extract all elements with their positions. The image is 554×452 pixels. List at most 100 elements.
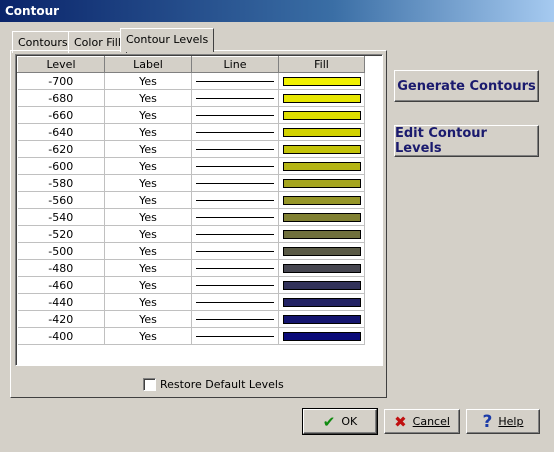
- fill-cell[interactable]: [278, 259, 365, 277]
- table-row[interactable]: -660 Yes: [17, 106, 365, 124]
- level-cell[interactable]: -560: [17, 191, 105, 209]
- fill-cell[interactable]: [278, 157, 365, 175]
- table-row[interactable]: -400 Yes: [17, 327, 365, 345]
- level-cell[interactable]: -440: [17, 293, 105, 311]
- levels-table: Level Label Line Fill -700 Yes -680 Yes -660…: [17, 56, 365, 345]
- label-cell[interactable]: Yes: [104, 225, 192, 243]
- table-row[interactable]: -700 Yes: [17, 72, 365, 90]
- line-cell[interactable]: [191, 276, 279, 294]
- level-cell[interactable]: -680: [17, 89, 105, 107]
- table-row[interactable]: -540 Yes: [17, 208, 365, 226]
- table-row[interactable]: -480 Yes: [17, 259, 365, 277]
- line-cell[interactable]: [191, 327, 279, 345]
- column-header-level[interactable]: Level: [17, 56, 105, 73]
- level-cell[interactable]: -660: [17, 106, 105, 124]
- level-cell[interactable]: -600: [17, 157, 105, 175]
- fill-cell[interactable]: [278, 72, 365, 90]
- table-row[interactable]: -580 Yes: [17, 174, 365, 192]
- fill-cell[interactable]: [278, 276, 365, 294]
- label-cell[interactable]: Yes: [104, 174, 192, 192]
- label-cell[interactable]: Yes: [104, 242, 192, 260]
- table-row[interactable]: -680 Yes: [17, 89, 365, 107]
- fill-cell[interactable]: [278, 191, 365, 209]
- fill-cell[interactable]: [278, 310, 365, 328]
- table-row[interactable]: -520 Yes: [17, 225, 365, 243]
- table-row[interactable]: -600 Yes: [17, 157, 365, 175]
- label-cell[interactable]: Yes: [104, 191, 192, 209]
- fill-cell[interactable]: [278, 174, 365, 192]
- label-cell[interactable]: Yes: [104, 89, 192, 107]
- edit-contour-levels-button[interactable]: Edit Contour Levels: [394, 125, 539, 157]
- level-cell[interactable]: -580: [17, 174, 105, 192]
- fill-cell[interactable]: [278, 327, 365, 345]
- levels-grid[interactable]: Level Label Line Fill -700 Yes -680 Yes -660…: [15, 54, 383, 366]
- line-cell[interactable]: [191, 72, 279, 90]
- fill-cell[interactable]: [278, 140, 365, 158]
- line-cell[interactable]: [191, 191, 279, 209]
- line-cell[interactable]: [191, 242, 279, 260]
- label-cell[interactable]: Yes: [104, 123, 192, 141]
- line-cell[interactable]: [191, 140, 279, 158]
- tab-contour-levels[interactable]: Contour Levels: [120, 28, 215, 52]
- contour-dialog: Contour Contours Color Fill Contour Leve…: [0, 0, 554, 452]
- level-cell[interactable]: -540: [17, 208, 105, 226]
- line-cell[interactable]: [191, 259, 279, 277]
- table-row[interactable]: -440 Yes: [17, 293, 365, 311]
- level-cell[interactable]: -700: [17, 72, 105, 90]
- line-cell[interactable]: [191, 89, 279, 107]
- level-cell[interactable]: -520: [17, 225, 105, 243]
- fill-cell[interactable]: [278, 225, 365, 243]
- fill-cell[interactable]: [278, 106, 365, 124]
- cancel-button[interactable]: ✖ Cancel: [384, 409, 460, 434]
- level-cell[interactable]: -500: [17, 242, 105, 260]
- label-cell[interactable]: Yes: [104, 310, 192, 328]
- level-cell[interactable]: -420: [17, 310, 105, 328]
- line-style-swatch: [196, 284, 274, 286]
- level-cell[interactable]: -640: [17, 123, 105, 141]
- label-cell[interactable]: Yes: [104, 72, 192, 90]
- label-cell[interactable]: Yes: [104, 259, 192, 277]
- table-row[interactable]: -620 Yes: [17, 140, 365, 158]
- column-header-fill[interactable]: Fill: [278, 56, 365, 73]
- table-row[interactable]: -500 Yes: [17, 242, 365, 260]
- fill-cell[interactable]: [278, 89, 365, 107]
- level-cell[interactable]: -400: [17, 327, 105, 345]
- fill-cell[interactable]: [278, 293, 365, 311]
- fill-cell[interactable]: [278, 123, 365, 141]
- line-cell[interactable]: [191, 208, 279, 226]
- table-row[interactable]: -460 Yes: [17, 276, 365, 294]
- restore-default-levels-checkbox[interactable]: [143, 377, 156, 391]
- label-cell[interactable]: Yes: [104, 140, 192, 158]
- line-cell[interactable]: [191, 225, 279, 243]
- line-cell[interactable]: [191, 174, 279, 192]
- restore-default-levels-row[interactable]: Restore Default Levels: [143, 376, 284, 392]
- column-header-line[interactable]: Line: [191, 56, 279, 73]
- generate-contours-button[interactable]: Generate Contours: [394, 70, 539, 102]
- table-row[interactable]: -560 Yes: [17, 191, 365, 209]
- line-cell[interactable]: [191, 293, 279, 311]
- line-style-swatch: [196, 216, 274, 218]
- line-cell[interactable]: [191, 123, 279, 141]
- level-cell[interactable]: -480: [17, 259, 105, 277]
- label-cell[interactable]: Yes: [104, 157, 192, 175]
- label-cell[interactable]: Yes: [104, 327, 192, 345]
- ok-button[interactable]: ✔ OK: [302, 408, 378, 435]
- level-cell[interactable]: -620: [17, 140, 105, 158]
- table-row[interactable]: -420 Yes: [17, 310, 365, 328]
- line-style-swatch: [196, 318, 274, 320]
- fill-cell[interactable]: [278, 242, 365, 260]
- table-row[interactable]: -640 Yes: [17, 123, 365, 141]
- label-cell[interactable]: Yes: [104, 106, 192, 124]
- column-header-label[interactable]: Label: [104, 56, 192, 73]
- label-cell[interactable]: Yes: [104, 208, 192, 226]
- line-style-swatch: [196, 114, 274, 116]
- line-cell[interactable]: [191, 157, 279, 175]
- label-cell[interactable]: Yes: [104, 293, 192, 311]
- level-cell[interactable]: -460: [17, 276, 105, 294]
- line-cell[interactable]: [191, 106, 279, 124]
- line-cell[interactable]: [191, 310, 279, 328]
- help-button[interactable]: ? Help: [466, 409, 540, 434]
- fill-color-swatch: [282, 297, 361, 307]
- fill-cell[interactable]: [278, 208, 365, 226]
- label-cell[interactable]: Yes: [104, 276, 192, 294]
